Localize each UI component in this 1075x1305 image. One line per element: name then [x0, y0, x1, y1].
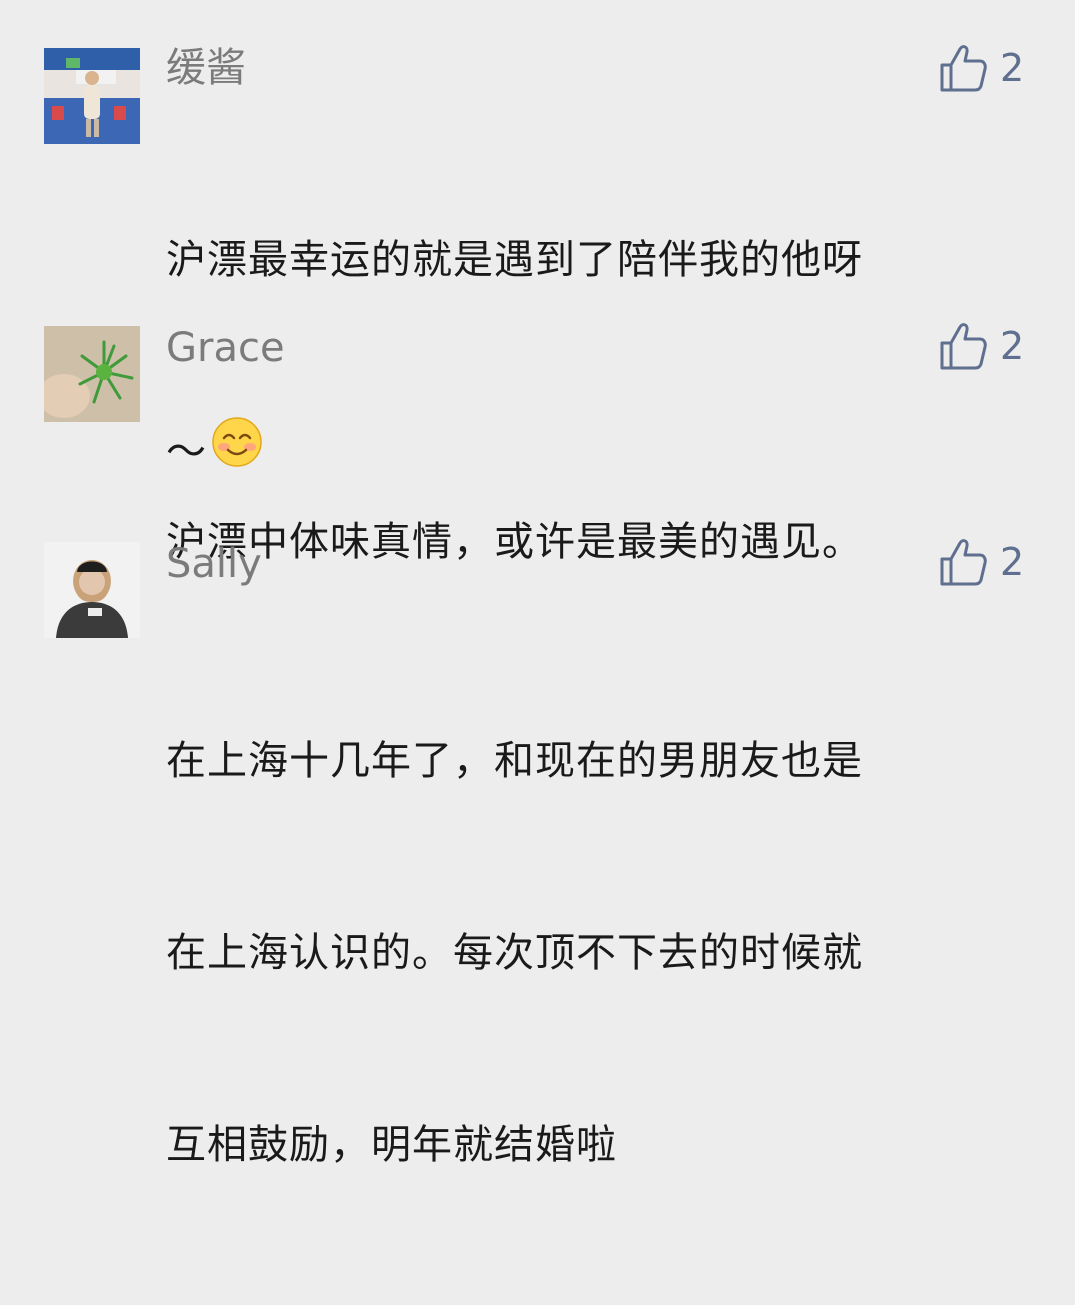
avatar[interactable] [44, 542, 140, 638]
like-count: 2 [1000, 46, 1025, 90]
comment-text: 在上海十几年了，和现在的男朋友也是 在上海认识的。每次顶不下去的时候就 互相鼓励… [166, 601, 1026, 1305]
thumbs-up-icon [940, 539, 987, 586]
like-button[interactable]: 2 [938, 534, 1048, 590]
comment-text-line: 沪漂中体味真情，或许是最美的遇见。 [166, 519, 863, 565]
comment-author: 缓酱 [166, 45, 246, 91]
like-button[interactable]: 2 [938, 318, 1048, 374]
comment-text-line: 在上海认识的。每次顶不下去的时候就 [166, 930, 863, 976]
comment-text-line: 互相鼓励，明年就结婚啦 [166, 1122, 617, 1168]
avatar[interactable] [44, 326, 140, 422]
avatar[interactable] [44, 48, 140, 144]
comment-author: Sally [166, 541, 262, 587]
comment-author: Grace [166, 325, 285, 371]
like-count: 2 [1000, 540, 1025, 584]
comment-text-line: 沪漂最幸运的就是遇到了陪伴我的他呀 [166, 237, 863, 283]
like-button[interactable]: 2 [938, 40, 1048, 96]
thumbs-up-icon [940, 45, 987, 92]
comment-text-line: 在上海十几年了，和现在的男朋友也是 [166, 738, 863, 784]
like-count: 2 [1000, 324, 1025, 368]
thumbs-up-icon [940, 323, 987, 370]
